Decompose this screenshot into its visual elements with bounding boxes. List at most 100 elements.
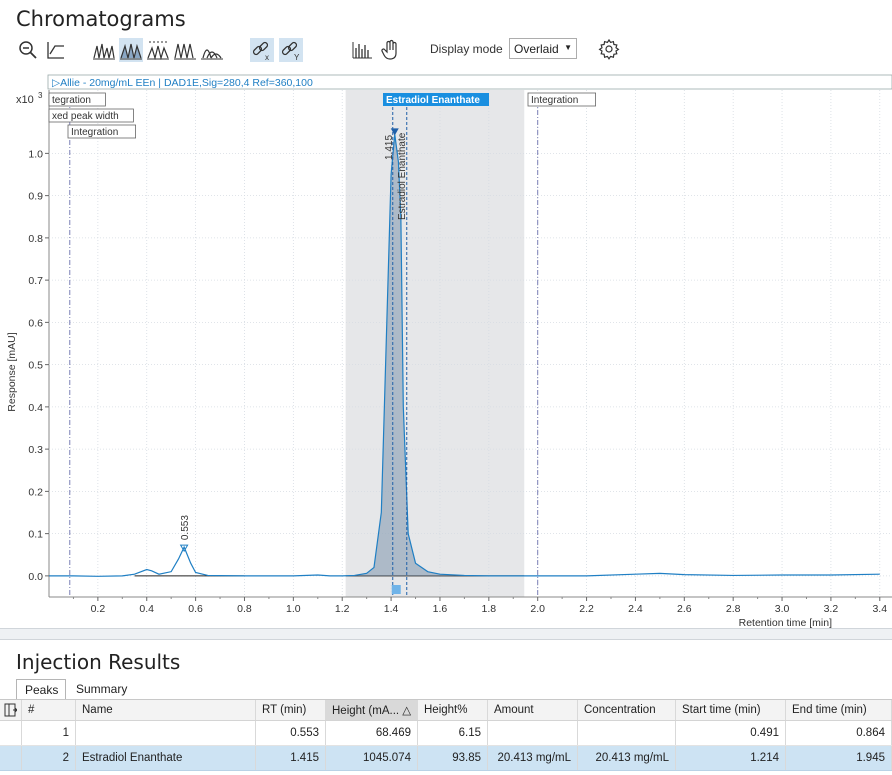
y-tick-label: 0.1: [28, 529, 43, 541]
x-tick-label: 2.2: [579, 603, 594, 615]
event-label: tegration: [52, 95, 91, 106]
x-tick-label: 3.2: [824, 603, 839, 615]
y-multiplier-exponent: 3: [38, 91, 43, 100]
y-tick-label: 0.2: [28, 486, 43, 498]
tab-summary[interactable]: Summary: [68, 679, 135, 700]
link-x-axis-icon[interactable]: x: [250, 38, 274, 62]
trace-label[interactable]: ▷Allie - 20mg/mL EEn | DAD1E,Sig=280,4 R…: [52, 77, 313, 89]
peak-rt-label: 1.415: [384, 135, 395, 160]
x-tick-label: 2.0: [530, 603, 545, 615]
col-header-end-time[interactable]: End time (min): [786, 700, 892, 720]
row-gutter: [0, 746, 22, 770]
x-tick-label: 1.4: [384, 603, 399, 615]
pane-splitter[interactable]: [0, 628, 892, 640]
peaks-filled-icon[interactable]: [119, 38, 143, 62]
y-tick-label: 0.8: [28, 233, 43, 245]
y-tick-label: 0.4: [28, 402, 43, 414]
peak-name-tag-text: Estradiol Enanthate: [386, 95, 480, 106]
x-tick-label: 3.4: [872, 603, 887, 615]
page-title: Chromatograms: [16, 7, 186, 31]
peaks-split-icon[interactable]: [173, 38, 197, 62]
x-tick-label: 3.0: [775, 603, 790, 615]
results-table: # Name RT (min) Height (mA... △ Height% …: [0, 699, 892, 771]
table-header: # Name RT (min) Height (mA... △ Height% …: [0, 700, 892, 721]
plot-layer: 0.2 0.4 0.6 0.8 1.0 1.2 1.4 1.6 1.8 2.0 2.2 2.4 2.6 2…: [28, 90, 892, 615]
col-header-height[interactable]: Height (mA... △: [326, 700, 418, 720]
x-tick-label: 1.8: [482, 603, 497, 615]
integration-window-shade: [345, 90, 525, 597]
x-tick-label: 0.6: [188, 603, 203, 615]
event-label: xed peak width: [52, 111, 119, 122]
x-tick-label: 2.8: [726, 603, 741, 615]
link-y-axis-icon[interactable]: Y: [279, 38, 303, 62]
display-mode-label: Display mode: [430, 42, 503, 56]
col-header-height-pct[interactable]: Height%: [418, 700, 488, 720]
chromatogram-chart[interactable]: ▷Allie - 20mg/mL EEn | DAD1E,Sig=280,4 R…: [0, 72, 892, 629]
cell-rt: 0.553: [256, 721, 326, 745]
cell-start-time: 0.491: [676, 721, 786, 745]
x-tick-label: 0.8: [237, 603, 252, 615]
cell-end-time: 1.945: [786, 746, 892, 770]
cell-height: 68.469: [326, 721, 418, 745]
y-tick-label: 0.0: [28, 571, 43, 583]
cell-concentration: [578, 721, 676, 745]
cell-name: [76, 721, 256, 745]
gear-icon[interactable]: [598, 38, 620, 60]
signal-bars-icon[interactable]: [350, 38, 374, 62]
x-tick-label: 0.2: [91, 603, 106, 615]
cell-height-pct: 6.15: [418, 721, 488, 745]
column-chooser-icon[interactable]: [0, 700, 22, 720]
svg-text:x: x: [265, 53, 269, 61]
svg-text:Y: Y: [294, 53, 300, 61]
x-tick-label: 1.2: [335, 603, 350, 615]
x-tick-label: 0.4: [139, 603, 154, 615]
injection-results-title: Injection Results: [16, 650, 181, 674]
y-multiplier: x10: [16, 94, 34, 106]
cell-height-pct: 93.85: [418, 746, 488, 770]
peak-handle[interactable]: [391, 585, 401, 594]
cell-amount: 20.413 mg/mL: [488, 746, 578, 770]
col-header-name[interactable]: Name: [76, 700, 256, 720]
chart-svg: ▷Allie - 20mg/mL EEn | DAD1E,Sig=280,4 R…: [6, 74, 892, 629]
x-tick-label: 2.4: [628, 603, 643, 615]
peak-name-label: Estradiol Enanthate: [397, 132, 408, 220]
event-label: Integration: [531, 95, 578, 106]
y-tick-label: 0.3: [28, 444, 43, 456]
zoom-out-icon[interactable]: [16, 38, 40, 62]
cell-end-time: 0.864: [786, 721, 892, 745]
row-gutter: [0, 721, 22, 745]
peak-rt-label: 0.553: [180, 515, 191, 540]
cell-name: Estradiol Enanthate: [76, 746, 256, 770]
display-mode-select[interactable]: Overlaid ▼: [509, 38, 577, 59]
x-axis-label: Retention time [min]: [739, 617, 832, 628]
x-tick-label: 1.6: [433, 603, 448, 615]
x-tick-label: 2.6: [677, 603, 692, 615]
stacked-peaks-icon[interactable]: [200, 38, 224, 62]
y-tick-label: 0.5: [28, 360, 43, 372]
col-header-rt[interactable]: RT (min): [256, 700, 326, 720]
y-tick-label: 0.9: [28, 191, 43, 203]
y-axis-label: Response [mAU]: [6, 332, 18, 411]
event-label: Integration: [71, 127, 118, 138]
tab-peaks[interactable]: Peaks: [16, 679, 66, 700]
cell-start-time: 1.214: [676, 746, 786, 770]
cell-concentration: 20.413 mg/mL: [578, 746, 676, 770]
peaks-view-icon[interactable]: [92, 38, 116, 62]
pan-hand-icon[interactable]: [378, 38, 402, 62]
display-mode-value: Overlaid: [514, 42, 559, 56]
table-row-selected[interactable]: 2 Estradiol Enanthate 1.415 1045.074 93.…: [0, 746, 892, 771]
peaks-labeled-icon[interactable]: [146, 38, 170, 62]
baseline-icon[interactable]: [44, 38, 68, 62]
cell-index: 2: [22, 746, 76, 770]
cell-amount: [488, 721, 578, 745]
y-tick-label: 0.6: [28, 317, 43, 329]
cell-height: 1045.074: [326, 746, 418, 770]
col-header-concentration[interactable]: Concentration: [578, 700, 676, 720]
table-row[interactable]: 1 0.553 68.469 6.15 0.491 0.864: [0, 721, 892, 746]
col-header-amount[interactable]: Amount: [488, 700, 578, 720]
col-header-start-time[interactable]: Start time (min): [676, 700, 786, 720]
col-header-index[interactable]: #: [22, 700, 76, 720]
chromatograms-pane: Chromatograms x Y Display mode Overlaid …: [0, 0, 892, 629]
chevron-down-icon: ▼: [564, 43, 572, 52]
cell-index: 1: [22, 721, 76, 745]
